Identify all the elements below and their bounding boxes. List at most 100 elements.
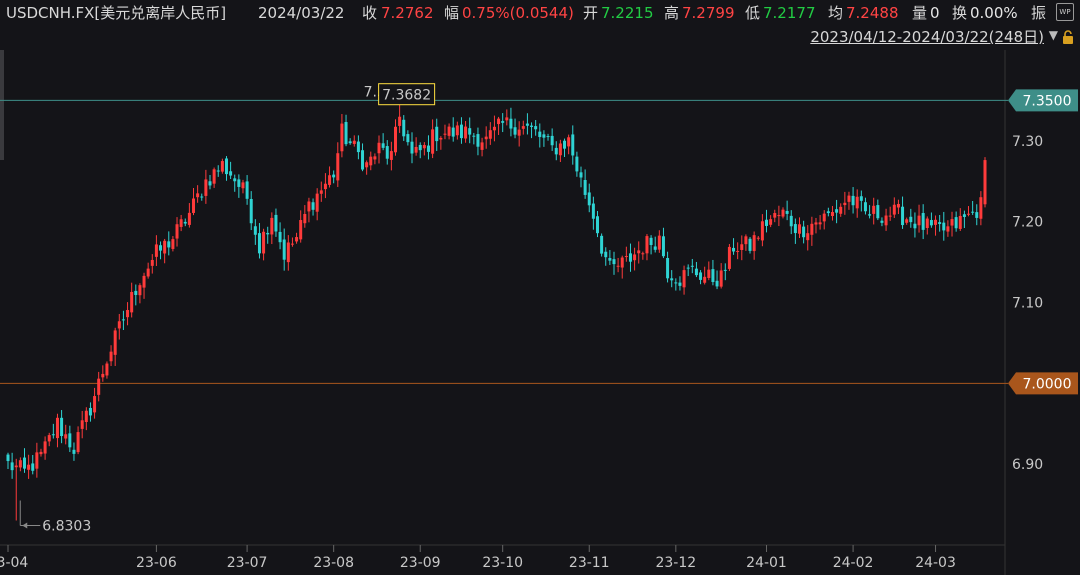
candle-body: [876, 205, 880, 219]
candle-body: [344, 122, 348, 145]
candle-body: [567, 137, 571, 147]
candle-body: [538, 131, 542, 138]
candle-body: [274, 214, 278, 232]
candle-body: [954, 217, 958, 229]
candle-body: [843, 202, 847, 206]
candle-body: [233, 178, 237, 182]
x-tick-label-9: 24-02: [833, 555, 874, 571]
candle-body: [525, 123, 529, 126]
candle-body: [558, 143, 562, 156]
candle-body: [377, 142, 381, 154]
x-tick-label-2: 23-07: [227, 555, 268, 571]
candle-body: [6, 454, 10, 462]
candle-body: [880, 220, 884, 223]
candle-body: [476, 134, 480, 147]
candle-body: [682, 270, 686, 288]
candle-body: [802, 226, 806, 238]
candle-body: [121, 319, 125, 321]
candle-body: [645, 236, 649, 254]
candle-body: [975, 212, 979, 218]
candle-body: [394, 126, 398, 153]
candle-body: [608, 258, 612, 261]
candle-body: [946, 226, 950, 232]
candle-body: [134, 290, 138, 295]
candle-body: [925, 218, 929, 229]
candle-body: [917, 215, 921, 226]
candle-body: [513, 127, 517, 135]
candle-body: [563, 140, 567, 149]
candle-body: [942, 222, 946, 231]
x-tick-label-7: 23-12: [655, 555, 696, 571]
candle-body: [855, 196, 859, 209]
candle-body: [253, 226, 257, 235]
candle-body: [431, 129, 435, 154]
candle-body: [756, 237, 760, 239]
candle-body: [967, 213, 971, 215]
candle-body: [130, 291, 134, 313]
candle-body: [266, 232, 270, 235]
candle-body: [212, 169, 216, 184]
candle-body: [863, 202, 867, 212]
candle-body: [163, 240, 167, 254]
max-price-label: 7.3682: [382, 88, 431, 104]
candle-body: [68, 433, 72, 448]
candle-body: [22, 457, 26, 469]
candle-body: [628, 253, 632, 262]
candle-body: [851, 195, 855, 206]
candle-body: [241, 182, 245, 189]
candle-body: [769, 219, 773, 225]
candle-body: [859, 196, 863, 201]
candle-body: [80, 420, 84, 429]
candle-body: [781, 209, 785, 217]
candle-body: [10, 462, 14, 471]
candle-body: [839, 206, 843, 214]
candle-body: [361, 150, 365, 170]
candle-body: [204, 179, 208, 196]
candle-body: [534, 126, 538, 130]
price-badge-label-1: 7.0000: [1023, 376, 1072, 392]
candle-body: [884, 215, 888, 226]
candle-body: [113, 330, 117, 355]
candle-body: [847, 195, 851, 202]
candle-body: [455, 125, 459, 136]
candle-body: [587, 192, 591, 206]
candle-body: [443, 133, 447, 135]
candle-body: [649, 237, 653, 246]
candle-body: [196, 193, 200, 198]
candle-body: [175, 224, 179, 239]
candle-body: [319, 190, 323, 194]
x-tick-label-1: 23-06: [136, 555, 177, 571]
candle-body: [224, 158, 228, 175]
candle-body: [872, 205, 876, 214]
candle-body: [962, 214, 966, 217]
x-tick-label-6: 23-11: [569, 555, 610, 571]
candle-body: [509, 118, 513, 129]
y-tick-label-2: 7.10: [1012, 296, 1043, 312]
candle-body: [810, 223, 814, 235]
candle-body: [579, 172, 583, 178]
candle-body: [43, 441, 47, 454]
candle-body: [60, 417, 64, 437]
candle-body: [435, 126, 439, 142]
x-tick-label-4: 23-09: [400, 555, 441, 571]
candle-body: [35, 452, 39, 469]
candle-body: [690, 265, 694, 267]
candle-body: [678, 282, 682, 286]
candle-body: [711, 269, 715, 283]
candle-body: [286, 242, 290, 263]
candle-body: [793, 224, 797, 234]
candle-body: [88, 407, 92, 416]
candle-body: [64, 434, 68, 439]
min-price-label: 6.8303: [42, 519, 91, 535]
x-tick-label-3: 23-08: [313, 555, 354, 571]
candle-body: [307, 201, 311, 212]
candle-body: [909, 216, 913, 223]
candle-body: [270, 217, 274, 235]
left-scrollbar[interactable]: [0, 50, 4, 160]
candle-body: [818, 222, 822, 225]
candle-body: [328, 175, 332, 185]
candle-body: [934, 219, 938, 225]
candle-body: [117, 321, 121, 329]
candle-body: [39, 451, 43, 455]
candle-body: [18, 460, 22, 468]
